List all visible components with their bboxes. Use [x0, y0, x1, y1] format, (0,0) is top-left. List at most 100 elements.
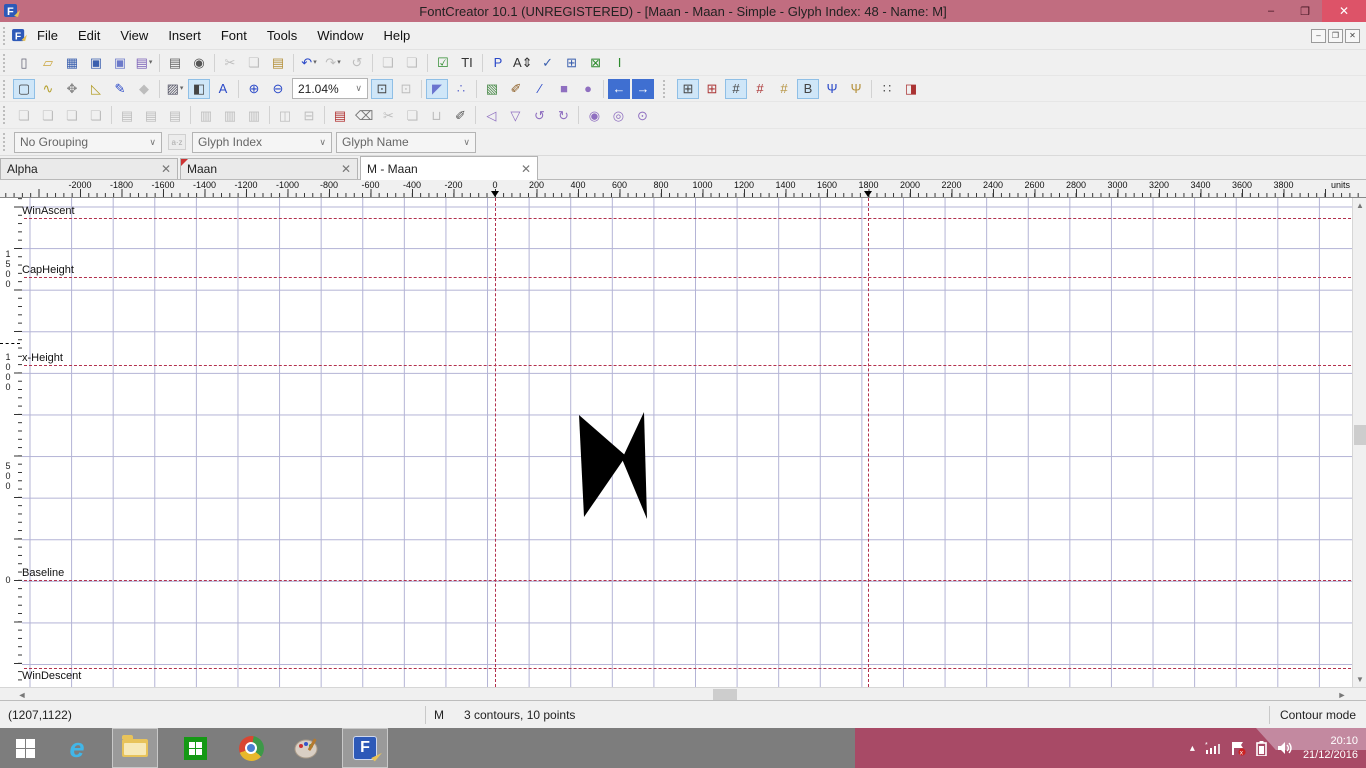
tab-alpha[interactable]: Alpha ✕ [0, 158, 178, 179]
snap-grid-toggle[interactable]: ⊞ [701, 79, 723, 99]
tab-m-maan[interactable]: M - Maan ✕ [360, 156, 538, 180]
pan-tool[interactable]: ✥ [61, 79, 83, 99]
tab-maan[interactable]: Maan ✕ [180, 158, 358, 179]
tab-close-icon[interactable]: ✕ [161, 162, 171, 176]
restore-button[interactable]: ❐ [1288, 0, 1322, 22]
volume-icon[interactable] [1277, 741, 1293, 755]
compare-fonts-button[interactable]: ⊞ [561, 53, 583, 73]
contour-mode-toggle[interactable]: ◧ [188, 78, 210, 99]
metrics-compare-button[interactable]: ◨ [900, 79, 922, 99]
zoom-fit-button[interactable]: ⊡ [371, 78, 393, 99]
network-icon[interactable]: * [1205, 741, 1221, 755]
menu-view[interactable]: View [110, 25, 158, 46]
input-field-button[interactable]: TI [456, 53, 478, 73]
horizontal-scroll-thumb[interactable] [713, 689, 737, 700]
glyph-name-combo[interactable]: Glyph Name ∨ [336, 131, 476, 153]
vertical-scroll-thumb[interactable] [1354, 425, 1366, 445]
menu-insert[interactable]: Insert [158, 25, 211, 46]
lock-guidelines-toggle[interactable]: # [773, 79, 795, 99]
paste-button[interactable]: ▤ [267, 53, 289, 73]
select-tool[interactable]: ▢ [13, 78, 35, 99]
show-bearings-toggle[interactable]: B [797, 78, 819, 99]
start-button[interactable] [4, 728, 46, 768]
zoom-level-combo[interactable]: 21.04% ∨ [292, 78, 368, 99]
show-points-toggle[interactable]: ∷ [876, 79, 898, 99]
menu-edit[interactable]: Edit [68, 25, 110, 46]
zoom-out-button[interactable]: ⊖ [267, 79, 289, 99]
scroll-down-icon[interactable]: ▼ [1353, 672, 1366, 687]
horizontal-ruler[interactable]: units -2000 -1800 -1600 -1400 -1200 -1000 -800… [0, 180, 1366, 198]
scroll-right-icon[interactable]: ► [1334, 688, 1350, 701]
snap-guidelines-toggle[interactable]: # [749, 79, 771, 99]
action-center-flag-icon[interactable]: x [1231, 741, 1246, 756]
lock-anchor-button[interactable]: Ψ [845, 79, 867, 99]
undo-button[interactable]: ↶ ▾ [298, 53, 320, 73]
complete-composites-button[interactable]: ☑ [432, 53, 454, 73]
edit-mode-tool[interactable]: ◤ [426, 78, 448, 99]
intersect-button[interactable]: ⊙ [631, 105, 653, 125]
new-font-button[interactable]: ▯ [13, 53, 35, 73]
vertical-scrollbar[interactable]: ▲ ▼ [1352, 198, 1366, 687]
rotate-ccw-button[interactable]: ↺ [528, 105, 550, 125]
knife-tool[interactable]: ✎ [109, 79, 131, 99]
mdi-restore-button[interactable]: ❐ [1328, 28, 1343, 43]
taskbar-paint[interactable] [286, 728, 328, 768]
measure-tool[interactable]: ◺ [85, 79, 107, 99]
flip-vertical-button[interactable]: ▽ [504, 105, 526, 125]
battery-icon[interactable] [1256, 740, 1267, 756]
rotate-cw-button[interactable]: ↻ [552, 105, 574, 125]
menu-help[interactable]: Help [373, 25, 420, 46]
scroll-left-icon[interactable]: ◄ [14, 688, 30, 701]
properties-button[interactable]: P [487, 53, 509, 73]
mdi-close-button[interactable]: ✕ [1345, 28, 1360, 43]
export-font-button[interactable]: ▤ ▾ [133, 53, 155, 73]
glyph-index-combo[interactable]: Glyph Index ∨ [192, 131, 332, 153]
scroll-up-icon[interactable]: ▲ [1353, 198, 1366, 213]
show-grid-toggle[interactable]: ⊞ [677, 78, 699, 99]
background-image-button[interactable]: ▨ ▾ [164, 79, 186, 99]
tab-close-icon[interactable]: ✕ [521, 162, 531, 176]
next-glyph-button[interactable]: → [632, 78, 654, 99]
flip-horizontal-button[interactable]: ◁ [480, 105, 502, 125]
point-mode-tool[interactable]: ∴ [450, 79, 472, 99]
glyph-edit-button[interactable]: ✐ [505, 79, 527, 99]
save-button[interactable]: ▣ [85, 53, 107, 73]
print-button[interactable]: ▤ [164, 53, 186, 73]
glyph-outline[interactable] [0, 198, 1352, 687]
insert-character-button[interactable]: I [609, 53, 631, 73]
codepoint-toggle[interactable]: A [212, 79, 234, 99]
taskbar-chrome[interactable] [230, 728, 272, 768]
hidden-icons-button[interactable]: ▴ [1190, 743, 1195, 754]
close-button[interactable]: ✕ [1322, 0, 1366, 22]
glyph-canvas[interactable]: 1 5 0 01 0 0 05 0 00 ▲ ▼ WinAscent CapHei… [0, 198, 1366, 687]
menu-font[interactable]: Font [211, 25, 257, 46]
sweep-button[interactable]: ✐ [449, 105, 471, 125]
tab-close-icon[interactable]: ✕ [341, 162, 351, 176]
taskbar-internet-explorer[interactable]: e [56, 728, 98, 768]
taskbar-windows-store[interactable] [174, 728, 216, 768]
grouping-combo[interactable]: No Grouping ∨ [14, 131, 162, 153]
import-image-button[interactable]: ▧ [481, 79, 503, 99]
horizontal-scrollbar[interactable]: ◄ ► [0, 687, 1366, 700]
lasso-tool[interactable]: ∿ [37, 79, 59, 99]
taskbar-file-explorer[interactable] [112, 728, 158, 768]
open-font-button[interactable]: ▱ [37, 53, 59, 73]
zoom-in-button[interactable]: ⊕ [243, 79, 265, 99]
anchor-button[interactable]: Ψ [821, 79, 843, 99]
mdi-minimize-button[interactable]: ‒ [1311, 28, 1326, 43]
line-tool[interactable]: ∕ [529, 79, 551, 99]
kerning-button[interactable]: ⊠ [585, 53, 607, 73]
find-button[interactable]: ◉ [188, 53, 210, 73]
show-guidelines-toggle[interactable]: # [725, 78, 747, 99]
transform-panel-button[interactable]: ▤ [329, 105, 351, 125]
ellipse-tool[interactable]: ● [577, 79, 599, 99]
union-button[interactable]: ◉ [583, 105, 605, 125]
taskbar-clock[interactable]: 20:10 21/12/2016 [1303, 734, 1358, 762]
glyph-left-contour[interactable] [579, 415, 626, 517]
save-all-button[interactable]: ▣ [109, 53, 131, 73]
minimize-button[interactable]: – [1254, 0, 1288, 22]
menu-file[interactable]: File [27, 25, 68, 46]
font-overview-button[interactable]: ▦ [61, 53, 83, 73]
eraser-button[interactable]: ⌫ [353, 105, 375, 125]
autometrics-button[interactable]: A⇕ [511, 53, 535, 73]
